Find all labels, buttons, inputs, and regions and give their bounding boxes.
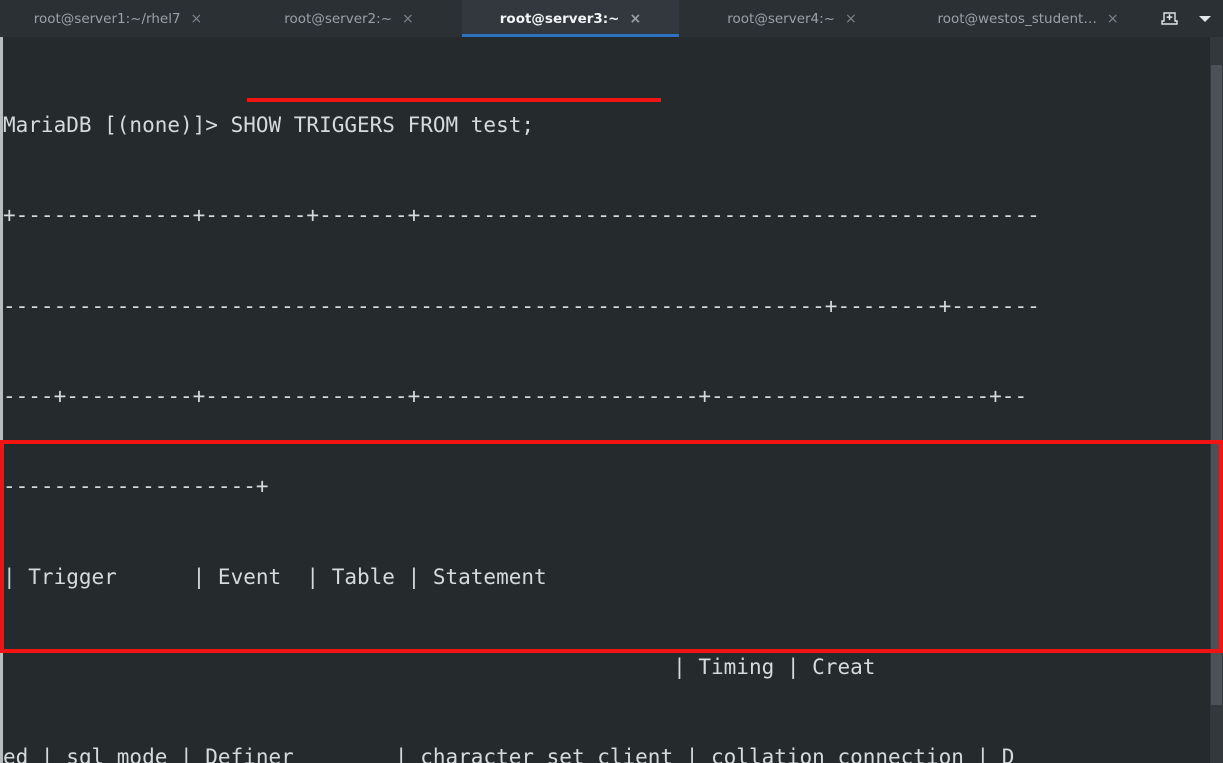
terminal-line: +--------------+--------+-------+-------… [3, 203, 1040, 228]
terminal-line: ----+----------+----------------+-------… [3, 384, 1028, 409]
chevron-down-icon[interactable] [1187, 0, 1223, 37]
tab-root-server2[interactable]: root@server2:~ × [236, 0, 462, 37]
tab-title: root@server1:~/rhel7 [33, 10, 181, 27]
terminal-line: MariaDB [(none)]> SHOW TRIGGERS FROM tes… [3, 113, 535, 138]
tab-close-icon[interactable]: × [191, 12, 203, 26]
terminal-body[interactable]: MariaDB [(none)]> SHOW TRIGGERS FROM tes… [0, 37, 1223, 763]
new-tab-icon[interactable] [1151, 0, 1187, 37]
tab-title: root@server3:~ [499, 10, 620, 27]
tab-title: root@server4:~ [727, 10, 835, 27]
terminal-line: --------------------+ [3, 474, 269, 499]
terminal-line: | Trigger | Event | Table | Statement [3, 564, 1040, 589]
terminal-line: ed | sql_mode | Definer | character_set_… [3, 745, 1015, 763]
tab-root-server1[interactable]: root@server1:~/rhel7 × [0, 0, 236, 37]
tab-close-icon[interactable]: × [630, 12, 642, 26]
terminal-window: root@server1:~/rhel7 × root@server2:~ × … [0, 0, 1223, 763]
terminal-scrollbar[interactable] [1210, 37, 1223, 763]
tab-close-icon[interactable]: × [402, 12, 414, 26]
tab-title: root@westos_student… [937, 10, 1097, 27]
tab-root-server3[interactable]: root@server3:~ × [462, 0, 679, 37]
terminal-line: ----------------------------------------… [3, 293, 1040, 318]
terminal-output[interactable]: MariaDB [(none)]> SHOW TRIGGERS FROM tes… [3, 37, 1210, 763]
tab-close-icon[interactable]: × [845, 12, 857, 26]
tab-close-icon[interactable]: × [1107, 12, 1119, 26]
tab-root-server4[interactable]: root@server4:~ × [679, 0, 905, 37]
tab-bar: root@server1:~/rhel7 × root@server2:~ × … [0, 0, 1223, 37]
scrollbar-thumb[interactable] [1211, 65, 1222, 705]
terminal-line: | Timing | Creat [3, 654, 876, 679]
tab-root-westos-student[interactable]: root@westos_student… × [905, 0, 1151, 37]
tab-title: root@server2:~ [284, 10, 392, 27]
